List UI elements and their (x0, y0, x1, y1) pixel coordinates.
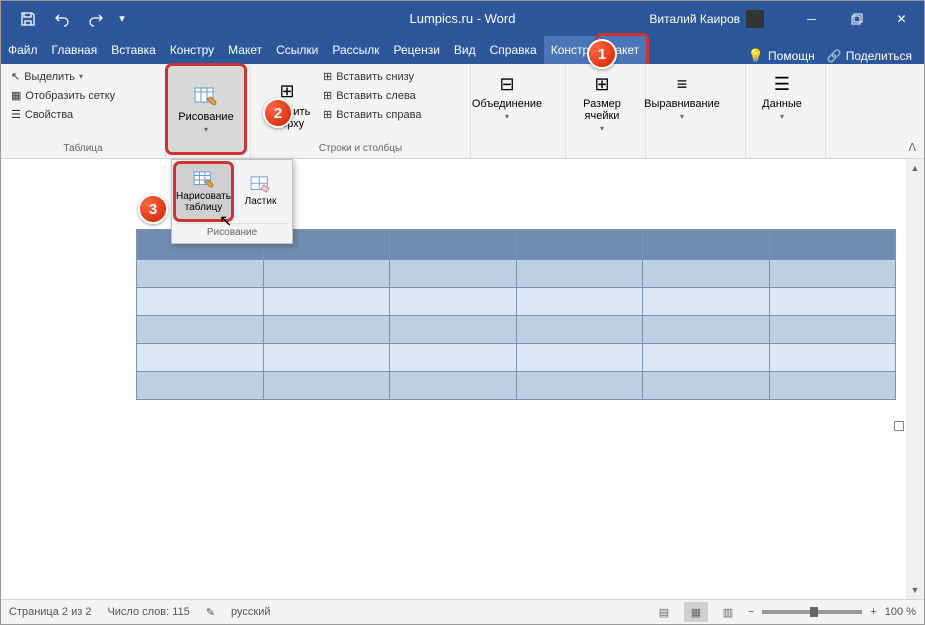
merge-icon: ⊟ (495, 72, 519, 96)
group-label-table: Таблица (7, 141, 159, 156)
window-controls: ─ ✕ (789, 1, 924, 36)
scroll-down-button[interactable]: ▼ (906, 581, 924, 599)
tab-help[interactable]: Справка (483, 36, 544, 64)
status-bar: Страница 2 из 2 Число слов: 115 ✎ русски… (1, 599, 924, 624)
ribbon-tabs: Файл Главная Вставка Констру Макет Ссылк… (1, 36, 924, 64)
title-bar: ▾ Lumpics.ru - Word Виталий Каиров ─ ✕ (1, 1, 924, 36)
read-mode-button[interactable]: ▤ (652, 602, 676, 622)
drawing-popup: Нарисовать таблицу Ластик Рисование (171, 159, 293, 244)
cellsize-dropdown[interactable]: ⊞ Размер ячейки ▾ (572, 68, 632, 137)
cursor-icon: ↖ (11, 70, 20, 83)
ribbon-group-merge: ⊟ Объединение ▾ (471, 64, 566, 158)
web-layout-button[interactable]: ▥ (716, 602, 740, 622)
view-gridlines-button[interactable]: ▦Отобразить сетку (7, 87, 119, 104)
lightbulb-icon: 💡 (748, 48, 764, 64)
tab-view[interactable]: Вид (447, 36, 483, 64)
draw-table-icon (193, 171, 215, 189)
ribbon-group-cellsize: ⊞ Размер ячейки ▾ (566, 64, 646, 158)
insert-below-button[interactable]: ⊞Вставить снизу (319, 68, 425, 85)
restore-button[interactable] (834, 1, 879, 36)
tab-home[interactable]: Главная (45, 36, 105, 64)
table-resize-handle[interactable] (894, 421, 904, 431)
ribbon: ↖Выделить▾ ▦Отобразить сетку ☰Свойства Т… (1, 64, 924, 159)
table-row (137, 288, 896, 316)
draw-table-button[interactable]: Нарисовать таблицу (176, 164, 231, 219)
qat-customize-icon[interactable]: ▾ (115, 4, 129, 34)
ribbon-group-table: ↖Выделить▾ ▦Отобразить сетку ☰Свойства Т… (1, 64, 166, 158)
merge-dropdown[interactable]: ⊟ Объединение ▾ (477, 68, 537, 125)
user-name: Виталий Каиров (649, 12, 740, 26)
tab-design[interactable]: Констру (163, 36, 221, 64)
undo-icon[interactable] (47, 4, 77, 34)
share-icon: 🔗 (827, 49, 842, 63)
proofing-icon[interactable]: ✎ (206, 606, 215, 619)
chevron-down-icon: ▾ (204, 125, 208, 134)
zoom-thumb[interactable] (810, 607, 818, 617)
tab-layout[interactable]: Макет (221, 36, 269, 64)
window-title: Lumpics.ru - Word (410, 11, 516, 26)
insert-below-icon: ⊞ (323, 70, 332, 83)
zoom-in-button[interactable]: + (870, 606, 876, 618)
eraser-icon (250, 176, 272, 194)
print-layout-button[interactable]: ▦ (684, 602, 708, 622)
table-row (137, 372, 896, 400)
quick-access-toolbar: ▾ (13, 4, 129, 34)
grid-icon: ▦ (11, 89, 21, 102)
vertical-scrollbar[interactable]: ▲ ▼ (906, 159, 924, 599)
zoom-level[interactable]: 100 % (885, 606, 916, 618)
ribbon-group-data: ☰ Данные ▾ (746, 64, 826, 158)
table-row (137, 260, 896, 288)
data-icon: ☰ (770, 72, 794, 96)
callout-1: 1 (587, 39, 617, 69)
redo-icon[interactable] (81, 4, 111, 34)
insert-left-icon: ⊞ (323, 89, 332, 102)
table-row (137, 344, 896, 372)
callout-2: 2 (263, 98, 293, 128)
minimize-button[interactable]: ─ (789, 1, 834, 36)
tab-review[interactable]: Рецензи (387, 36, 447, 64)
tab-mailings[interactable]: Рассылк (325, 36, 386, 64)
word-table[interactable] (136, 229, 896, 400)
user-account[interactable]: Виталий Каиров (649, 10, 764, 28)
save-icon[interactable] (13, 4, 43, 34)
page-indicator[interactable]: Страница 2 из 2 (9, 606, 91, 618)
ribbon-group-align: ≡ Выравнивание ▾ (646, 64, 746, 158)
zoom-slider[interactable] (762, 610, 862, 614)
popup-group-label: Рисование (176, 223, 288, 239)
user-avatar-icon (746, 10, 764, 28)
tab-references[interactable]: Ссылки (269, 36, 325, 64)
tab-insert[interactable]: Вставка (104, 36, 163, 64)
eraser-button[interactable]: Ластик (233, 164, 288, 219)
properties-icon: ☰ (11, 108, 21, 121)
data-dropdown[interactable]: ☰ Данные ▾ (752, 68, 812, 125)
properties-button[interactable]: ☰Свойства (7, 106, 119, 123)
cellsize-icon: ⊞ (590, 72, 614, 96)
collapse-ribbon-button[interactable]: ᐱ (908, 141, 916, 154)
language-indicator[interactable]: русский (231, 606, 270, 618)
select-button[interactable]: ↖Выделить▾ (7, 68, 119, 85)
ribbon-group-drawing: Рисование ▾ (166, 64, 251, 158)
group-label-rows-cols: Строки и столбцы (257, 141, 464, 156)
zoom-out-button[interactable]: − (748, 606, 754, 618)
table-row (137, 316, 896, 344)
callout-3: 3 (138, 194, 168, 224)
scroll-up-button[interactable]: ▲ (906, 159, 924, 177)
insert-right-icon: ⊞ (323, 108, 332, 121)
word-count[interactable]: Число слов: 115 (107, 606, 189, 618)
tab-file[interactable]: Файл (1, 36, 45, 64)
share-button[interactable]: 🔗Поделиться (827, 49, 912, 63)
close-button[interactable]: ✕ (879, 1, 924, 36)
insert-left-button[interactable]: ⊞Вставить слева (319, 87, 425, 104)
drawing-dropdown[interactable]: Рисование ▾ (168, 66, 244, 152)
align-icon: ≡ (670, 72, 694, 96)
document-area[interactable]: ▲ ▼ (1, 159, 924, 599)
align-dropdown[interactable]: ≡ Выравнивание ▾ (652, 68, 712, 125)
tell-me-button[interactable]: 💡Помощн (748, 48, 815, 64)
draw-table-icon (194, 85, 218, 109)
insert-right-button[interactable]: ⊞Вставить справа (319, 106, 425, 123)
